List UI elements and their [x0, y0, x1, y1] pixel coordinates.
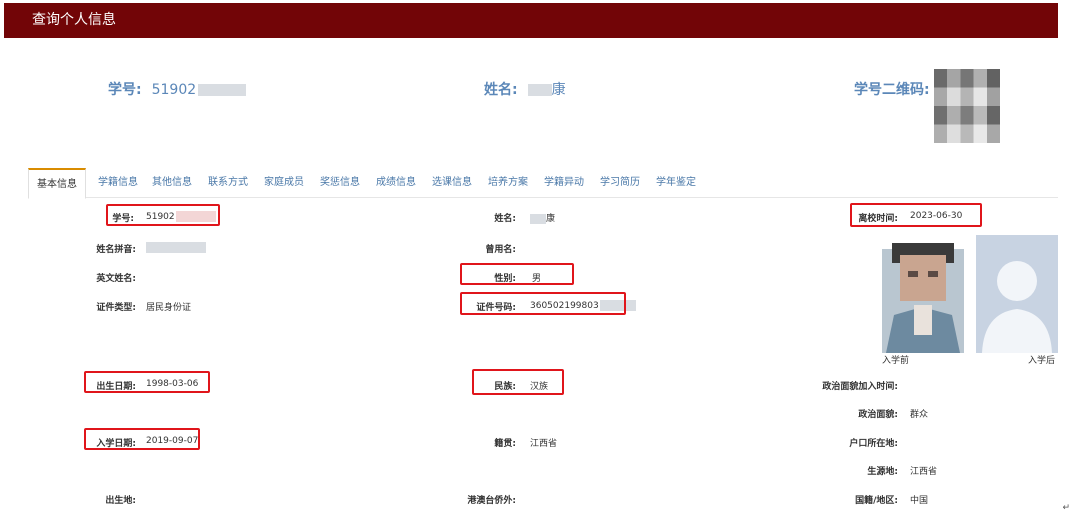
header-name-label: 姓名:	[484, 82, 518, 98]
header-qr-label: 学号二维码:	[854, 82, 930, 98]
label-hk-macao-tw: 港澳台侨外:	[467, 496, 516, 506]
photo-before-enrollment	[882, 231, 964, 353]
label-nationality: 国籍/地区:	[855, 496, 898, 506]
person-photo-icon	[882, 231, 964, 353]
tab-family[interactable]: 家庭成员	[264, 168, 304, 198]
highlight-box	[850, 203, 982, 227]
label-native-place: 籍贯:	[494, 439, 516, 449]
label-name-pinyin: 姓名拼音:	[96, 245, 136, 255]
highlight-box	[84, 428, 200, 450]
header-name-value: 康	[551, 82, 566, 98]
label-english-name: 英文姓名:	[96, 274, 136, 284]
tab-bar: 基本信息 学籍信息 其他信息 联系方式 家庭成员 奖惩信息 成绩信息 选课信息 …	[28, 168, 1058, 199]
label-former-name: 曾用名:	[485, 245, 516, 255]
tab-basic-info[interactable]: 基本信息	[28, 168, 86, 199]
caption-after-enrollment: 入学后	[1028, 356, 1056, 366]
highlight-box	[106, 204, 220, 226]
value-id-type: 居民身份证	[146, 303, 192, 313]
tab-rewards[interactable]: 奖惩信息	[320, 168, 360, 198]
label-name: 姓名:	[494, 214, 516, 224]
value-origin-place: 江西省	[910, 467, 938, 477]
label-party-join-time: 政治面貌加入时间:	[822, 382, 898, 392]
avatar-placeholder-icon	[976, 235, 1058, 353]
qr-code-image	[934, 69, 1000, 143]
highlight-box	[460, 263, 574, 285]
highlight-box	[84, 371, 210, 393]
label-household-location: 户口所在地:	[849, 439, 898, 449]
tab-contact[interactable]: 联系方式	[208, 168, 248, 198]
value-political-status: 群众	[910, 410, 929, 420]
highlight-box	[472, 369, 564, 395]
label-origin-place: 生源地:	[867, 467, 898, 477]
value-name: 康	[530, 211, 555, 224]
label-id-type: 证件类型:	[96, 303, 136, 313]
page-frame: 查询个人信息 学号: 51902 姓名: 康 学号二维码: 基本信息 学籍信息 其他…	[4, 3, 1058, 513]
header-student-id: 学号: 51902	[108, 79, 247, 99]
tab-training-plan[interactable]: 培养方案	[488, 168, 528, 198]
header-student-id-label: 学号:	[108, 82, 142, 98]
caption-before-enrollment: 入学前	[882, 356, 910, 366]
header-student-id-value: 51902	[151, 82, 197, 98]
return-mark: ↵	[1062, 503, 1070, 513]
redacted-mask	[198, 84, 247, 96]
photo-after-enrollment	[976, 235, 1058, 353]
tab-enrollment-info[interactable]: 学籍信息	[98, 168, 138, 198]
tab-status-change[interactable]: 学籍异动	[544, 168, 584, 198]
tab-other-info[interactable]: 其他信息	[152, 168, 192, 198]
label-birthplace: 出生地:	[105, 496, 136, 506]
value-nationality: 中国	[910, 496, 929, 506]
header-name: 姓名: 康	[484, 79, 566, 99]
value-native-place: 江西省	[530, 439, 558, 449]
redacted-mask	[527, 84, 552, 96]
tab-study-resume[interactable]: 学习简历	[600, 168, 640, 198]
value-name-pinyin	[146, 242, 206, 253]
page-title: 查询个人信息	[4, 3, 1058, 38]
highlight-box	[460, 292, 626, 315]
redacted-mask	[530, 213, 546, 224]
tab-grades[interactable]: 成绩信息	[376, 168, 416, 198]
tab-course-selection[interactable]: 选课信息	[432, 168, 472, 198]
redacted-mask	[146, 242, 206, 253]
tab-annual-review[interactable]: 学年鉴定	[656, 168, 696, 198]
label-political-status: 政治面貌:	[858, 410, 898, 420]
